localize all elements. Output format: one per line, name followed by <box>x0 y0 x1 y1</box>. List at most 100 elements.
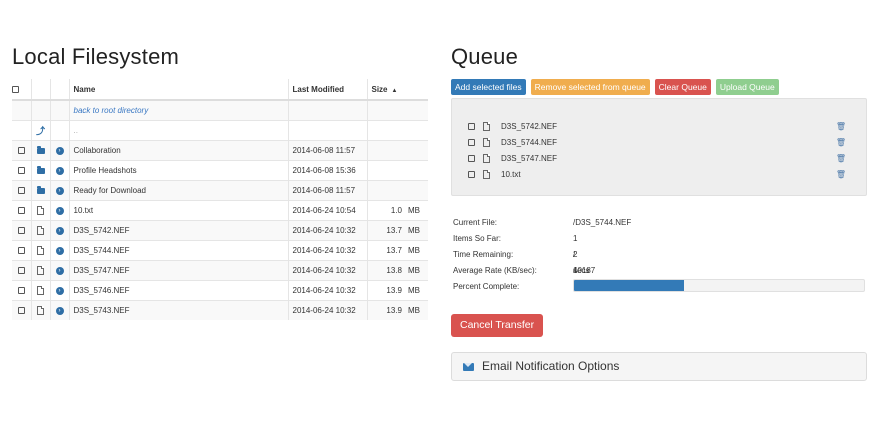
add-to-queue-icon[interactable]: › <box>55 206 64 215</box>
file-row[interactable]: › Ready for Download 2014-06-08 11:57 <box>12 180 428 201</box>
file-name[interactable]: D3S_5742.NEF <box>69 220 289 241</box>
queue-item[interactable]: 10.txt 🗑︎ <box>468 168 846 182</box>
add-to-queue-icon[interactable]: › <box>55 186 64 195</box>
trash-icon[interactable]: 🗑︎ <box>836 120 846 134</box>
file-row[interactable]: › Collaboration 2014-06-08 11:57 <box>12 140 428 161</box>
file-size: 13.9 <box>367 300 406 320</box>
file-row[interactable]: › D3S_5747.NEF 2014-06-24 10:32 13.8 MB <box>12 260 428 281</box>
row-checkbox[interactable] <box>17 307 25 315</box>
file-size: 13.8 <box>367 260 406 281</box>
file-size-unit: MB <box>406 280 428 301</box>
row-checkbox[interactable] <box>17 207 25 215</box>
file-row[interactable]: › Profile Headshots 2014-06-08 15:36 <box>12 160 428 181</box>
file-row[interactable]: › D3S_5744.NEF 2014-06-24 10:32 13.7 MB <box>12 240 428 261</box>
file-size: 1.0 <box>367 200 406 221</box>
add-to-queue-icon[interactable]: › <box>55 166 64 175</box>
add-to-queue-icon[interactable]: › <box>55 146 64 155</box>
file-last-modified: 2014-06-24 10:32 <box>288 240 368 261</box>
file-size-unit: MB <box>406 220 428 241</box>
file-name[interactable]: D3S_5743.NEF <box>69 300 289 320</box>
email-notification-panel[interactable]: Email Notification Options <box>451 352 867 381</box>
back-to-root-row[interactable]: back to root directory <box>12 99 428 121</box>
queue-item-name: 10.txt <box>501 170 521 179</box>
current-file-label: Current File: <box>453 218 498 227</box>
file-name[interactable]: Profile Headshots <box>69 160 289 181</box>
row-checkbox[interactable] <box>17 227 25 235</box>
parent-directory-link[interactable]: .. <box>74 126 78 135</box>
column-header-size[interactable]: Size ▲ <box>367 79 428 101</box>
queue-item[interactable]: D3S_5744.NEF 🗑︎ <box>468 136 846 150</box>
file-row[interactable]: › D3S_5742.NEF 2014-06-24 10:32 13.7 MB <box>12 220 428 241</box>
column-header-name[interactable]: Name <box>69 79 289 101</box>
current-file-value: /D3S_5744.NEF <box>573 218 632 227</box>
column-header-last-modified[interactable]: Last Modified <box>288 79 368 101</box>
file-row[interactable]: › D3S_5746.NEF 2014-06-24 10:32 13.9 MB <box>12 280 428 301</box>
file-size <box>367 140 406 161</box>
queue-toolbar: Add selected files Remove selected from q… <box>451 77 867 95</box>
trash-icon[interactable]: 🗑︎ <box>836 136 846 150</box>
row-checkbox[interactable] <box>17 287 25 295</box>
queue-panel: Queue Add selected files Remove selected … <box>451 44 867 381</box>
column-header-size-label: Size <box>371 84 388 94</box>
file-size-unit: MB <box>406 200 428 221</box>
cancel-transfer-button[interactable]: Cancel Transfer <box>451 314 544 337</box>
add-to-queue-icon[interactable]: › <box>55 246 64 255</box>
file-row[interactable]: › 10.txt 2014-06-24 10:54 1.0 MB <box>12 200 428 221</box>
folder-icon <box>36 165 45 174</box>
queue-item-name: D3S_5744.NEF <box>501 138 558 147</box>
file-name[interactable]: D3S_5744.NEF <box>69 240 289 261</box>
file-size: 13.7 <box>367 240 406 261</box>
file-size: 13.9 <box>367 280 406 301</box>
queue-item[interactable]: D3S_5742.NEF 🗑︎ <box>468 120 846 134</box>
percent-complete-label: Percent Complete: <box>453 282 520 291</box>
add-selected-files-button[interactable]: Add selected files <box>451 79 526 95</box>
envelope-icon <box>463 362 474 371</box>
file-icon <box>37 246 44 256</box>
file-last-modified: 2014-06-24 10:32 <box>288 280 368 301</box>
row-checkbox[interactable] <box>17 267 25 275</box>
back-to-root-link[interactable]: back to root directory <box>74 106 149 115</box>
add-to-queue-icon[interactable]: › <box>55 226 64 235</box>
add-to-queue-icon[interactable]: › <box>55 266 64 275</box>
file-icon <box>483 122 490 132</box>
clear-queue-button[interactable]: Clear Queue <box>654 79 711 95</box>
file-name[interactable]: Ready for Download <box>69 180 289 201</box>
level-up-icon[interactable]: ⤴ <box>36 126 45 136</box>
queue-item-name: D3S_5747.NEF <box>501 154 558 163</box>
file-row[interactable]: › D3S_5743.NEF 2014-06-24 10:32 13.9 MB <box>12 300 428 320</box>
select-all-checkbox[interactable] <box>12 85 19 93</box>
average-rate-label: Average Rate (KB/sec): <box>453 266 537 275</box>
file-name[interactable]: Collaboration <box>69 140 289 161</box>
queue-item-checkbox[interactable] <box>468 155 475 163</box>
file-name[interactable]: D3S_5747.NEF <box>69 260 289 281</box>
file-size-unit: MB <box>406 300 428 320</box>
row-checkbox[interactable] <box>17 247 25 255</box>
queue-item-checkbox[interactable] <box>468 171 475 179</box>
row-checkbox[interactable] <box>17 147 25 155</box>
file-size-unit <box>406 140 428 161</box>
queue-item[interactable]: D3S_5747.NEF 🗑︎ <box>468 152 846 166</box>
queue-item-name: D3S_5742.NEF <box>501 122 558 131</box>
trash-icon[interactable]: 🗑︎ <box>836 152 846 166</box>
file-name[interactable]: 10.txt <box>69 200 289 221</box>
add-to-queue-icon[interactable]: › <box>55 286 64 295</box>
upload-queue-button[interactable]: Upload Queue <box>715 79 779 95</box>
file-size-unit: MB <box>406 240 428 261</box>
file-size <box>367 160 406 181</box>
trash-icon[interactable]: 🗑︎ <box>836 168 846 182</box>
add-to-queue-icon[interactable]: › <box>55 306 64 315</box>
row-checkbox[interactable] <box>17 187 25 195</box>
time-remaining-label: Time Remaining: <box>453 250 514 259</box>
file-icon <box>483 170 490 180</box>
remove-selected-button[interactable]: Remove selected from queue <box>530 79 650 95</box>
parent-directory-row[interactable]: ⤴ .. <box>12 120 428 141</box>
file-name[interactable]: D3S_5746.NEF <box>69 280 289 301</box>
sort-ascending-icon: ▲ <box>391 87 398 94</box>
queue-item-checkbox[interactable] <box>468 123 475 131</box>
row-checkbox[interactable] <box>17 167 25 175</box>
file-size-unit: MB <box>406 260 428 281</box>
file-table: Name Last Modified Size ▲ back to root di… <box>12 79 428 320</box>
queue-item-checkbox[interactable] <box>468 139 475 147</box>
average-rate-value: 10187 <box>573 266 596 275</box>
queue-title: Queue <box>451 44 519 69</box>
